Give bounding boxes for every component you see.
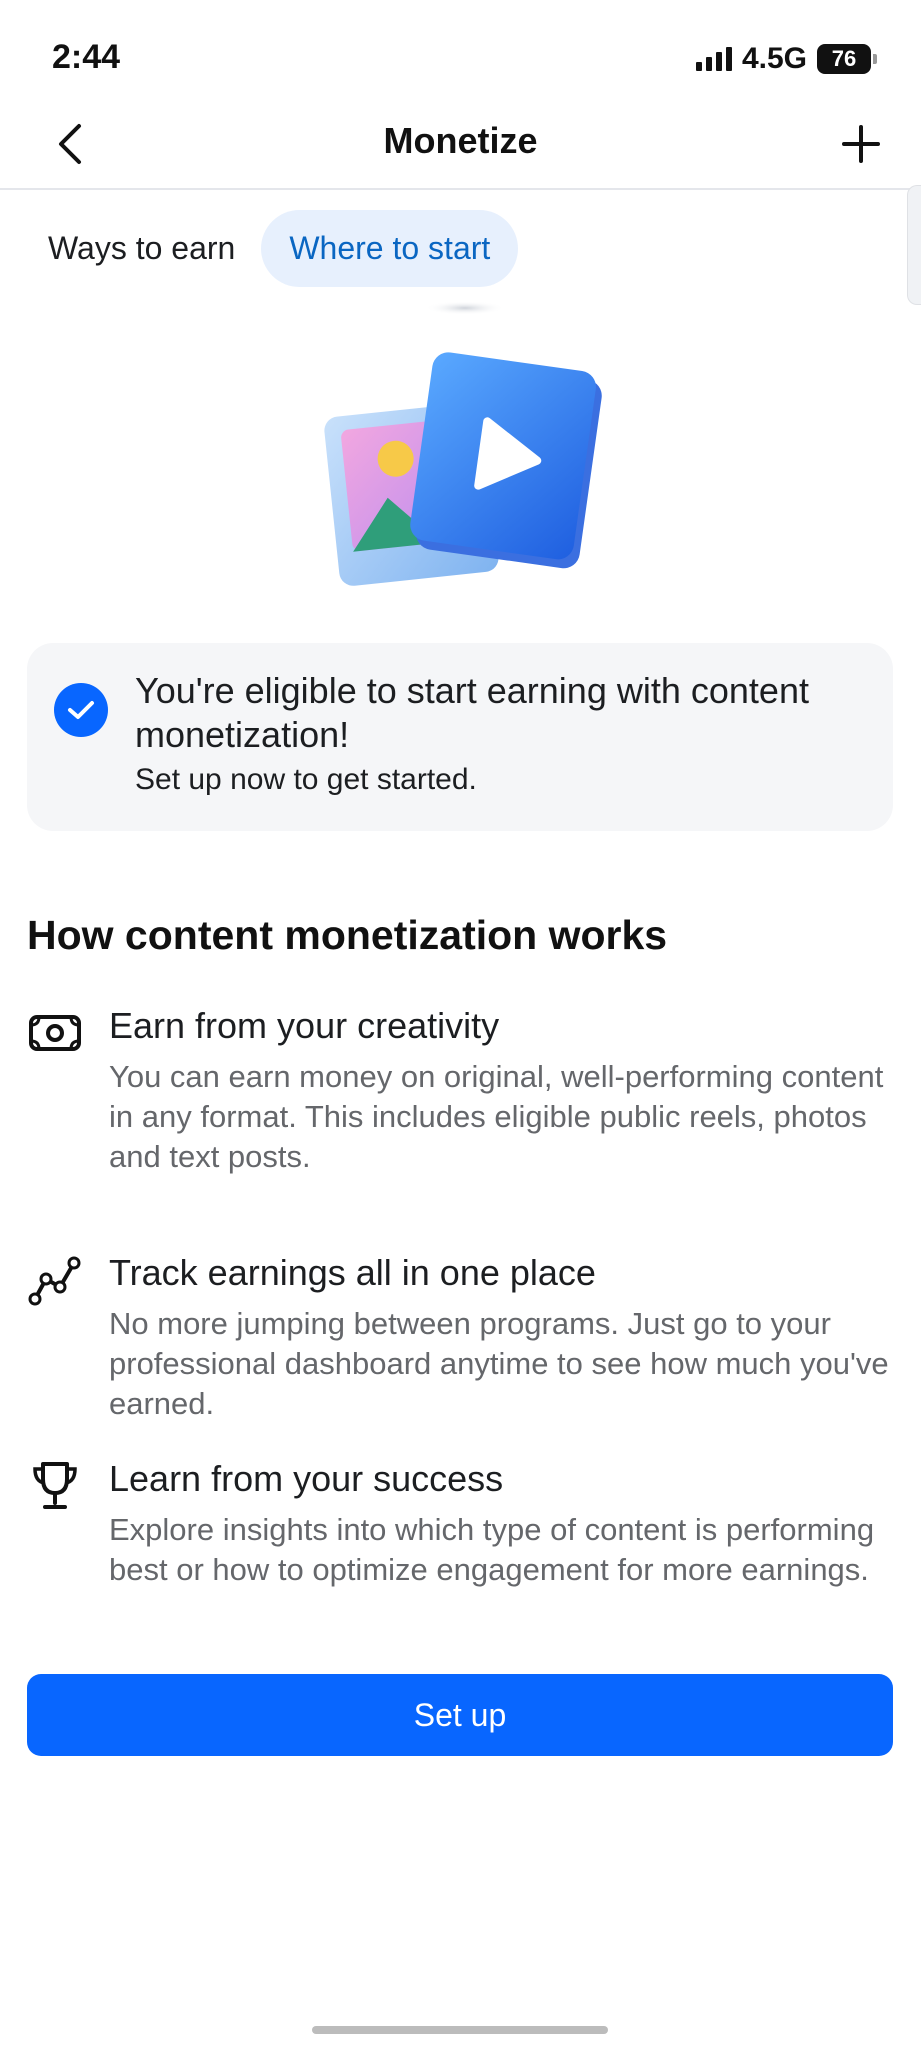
status-indicators: 4.5G 76 [695,42,877,76]
eligibility-title: You're eligible to start earning with co… [135,670,809,755]
network-type: 4.5G [741,42,807,75]
check-circle-icon [54,683,108,737]
home-indicator[interactable] [312,2026,608,2034]
tab-where-to-start[interactable]: Where to start [261,209,519,287]
battery-icon: 76 [817,44,877,74]
status-time: 2:44 [52,38,121,76]
tab-ways-to-earn[interactable]: Ways to earn [48,210,235,287]
feature-description: No more jumping between programs. Just g… [109,1306,889,1421]
media-monetization-illustration [324,301,602,586]
trophy-icon [27,1458,83,1514]
signal-icon [695,47,732,71]
battery-level: 76 [831,46,857,71]
status-bar: 2:44 4.5G 76 [0,0,921,110]
feature-description: You can earn money on original, well-per… [109,1059,884,1174]
header: Monetize [0,100,921,190]
add-button[interactable] [831,114,891,174]
tab-bar: Ways to earn Where to start [48,208,519,288]
feature-title: Learn from your success [109,1458,504,1499]
scroll-edge-handle[interactable] [907,185,921,305]
eligibility-subtitle: Set up now to get started. [135,763,477,796]
trend-line-icon [27,1252,83,1308]
feature-description: Explore insights into which type of cont… [109,1512,875,1587]
feature-title: Earn from your creativity [109,1005,500,1046]
plus-icon [842,125,880,163]
eligibility-card: You're eligible to start earning with co… [27,643,893,831]
section-title: How content monetization works [27,912,668,958]
page-title: Monetize [383,120,538,161]
set-up-button[interactable]: Set up [27,1674,893,1756]
feature-title: Track earnings all in one place [109,1252,596,1293]
money-icon [27,1005,83,1061]
